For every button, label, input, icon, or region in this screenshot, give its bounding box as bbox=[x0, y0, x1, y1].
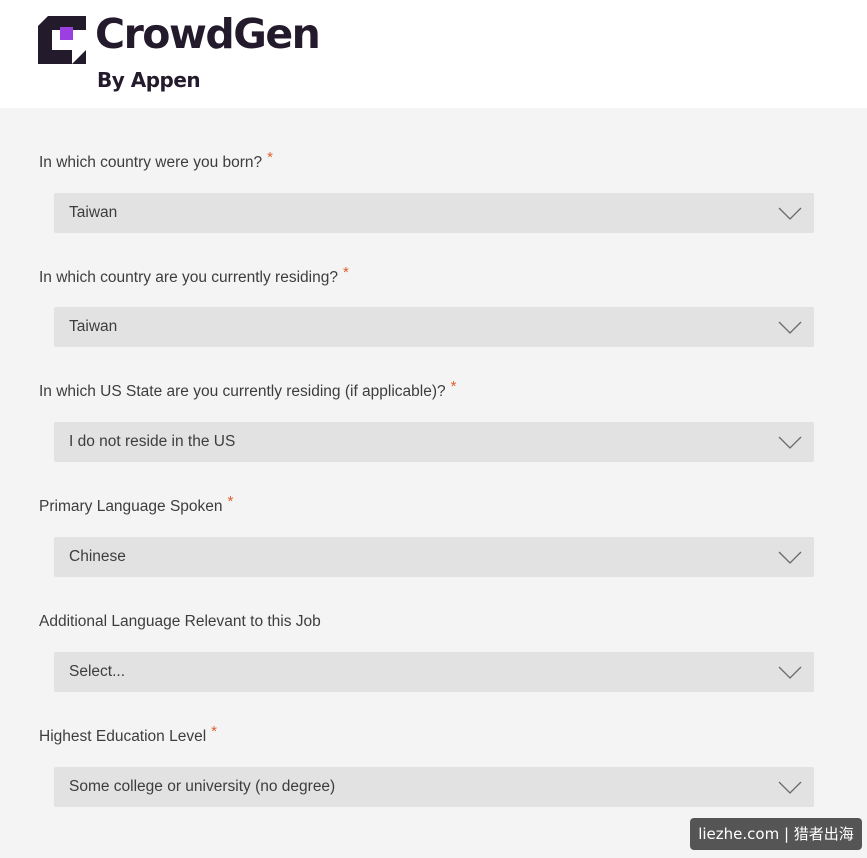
select-value: Some college or university (no degree) bbox=[69, 778, 336, 795]
watermark: liezhe.com | 猎者出海 bbox=[690, 818, 862, 850]
required-asterisk: * bbox=[450, 378, 457, 395]
field-label: In which country were you born? * bbox=[39, 149, 273, 171]
chevron-down-icon bbox=[778, 666, 802, 679]
select-value: Chinese bbox=[69, 548, 126, 565]
brand-tagline: By Appen bbox=[97, 68, 201, 92]
field-label: In which country are you currently resid… bbox=[39, 264, 349, 286]
field-label: Highest Education Level * bbox=[39, 723, 218, 745]
residence-country-select[interactable]: Taiwan bbox=[54, 307, 814, 347]
required-asterisk: * bbox=[342, 264, 349, 281]
crowdgen-logo-mark-icon bbox=[38, 16, 86, 64]
field-birth-country: In which country were you born? * Taiwan bbox=[0, 149, 867, 269]
chevron-down-icon bbox=[778, 321, 802, 334]
chevron-down-icon bbox=[778, 781, 802, 794]
field-label: Primary Language Spoken * bbox=[39, 493, 234, 515]
field-us-state: In which US State are you currently resi… bbox=[0, 378, 867, 498]
field-label: Additional Language Relevant to this Job bbox=[39, 613, 321, 630]
us-state-select[interactable]: I do not reside in the US bbox=[54, 422, 814, 462]
required-asterisk: * bbox=[267, 149, 273, 166]
crowdgen-logo: CrowdGen By Appen bbox=[38, 10, 348, 98]
education-level-select[interactable]: Some college or university (no degree) bbox=[54, 767, 814, 807]
select-value: Taiwan bbox=[69, 204, 118, 221]
primary-language-select[interactable]: Chinese bbox=[54, 537, 814, 577]
chevron-down-icon bbox=[778, 436, 802, 449]
select-value: Taiwan bbox=[69, 318, 118, 335]
brand-name: CrowdGen bbox=[95, 10, 321, 58]
field-additional-language: Additional Language Relevant to this Job… bbox=[0, 613, 867, 728]
required-asterisk: * bbox=[211, 723, 218, 740]
additional-language-select[interactable]: Select... bbox=[54, 652, 814, 692]
chevron-down-icon bbox=[778, 551, 802, 564]
header: CrowdGen By Appen bbox=[0, 0, 867, 108]
field-primary-language: Primary Language Spoken * Chinese bbox=[0, 493, 867, 613]
field-residence-country: In which country are you currently resid… bbox=[0, 264, 867, 384]
select-placeholder: Select... bbox=[69, 663, 125, 680]
chevron-down-icon bbox=[778, 207, 802, 220]
select-value: I do not reside in the US bbox=[69, 433, 236, 450]
field-label: In which US State are you currently resi… bbox=[39, 378, 457, 400]
required-asterisk: * bbox=[227, 493, 234, 510]
birth-country-select[interactable]: Taiwan bbox=[54, 193, 814, 233]
